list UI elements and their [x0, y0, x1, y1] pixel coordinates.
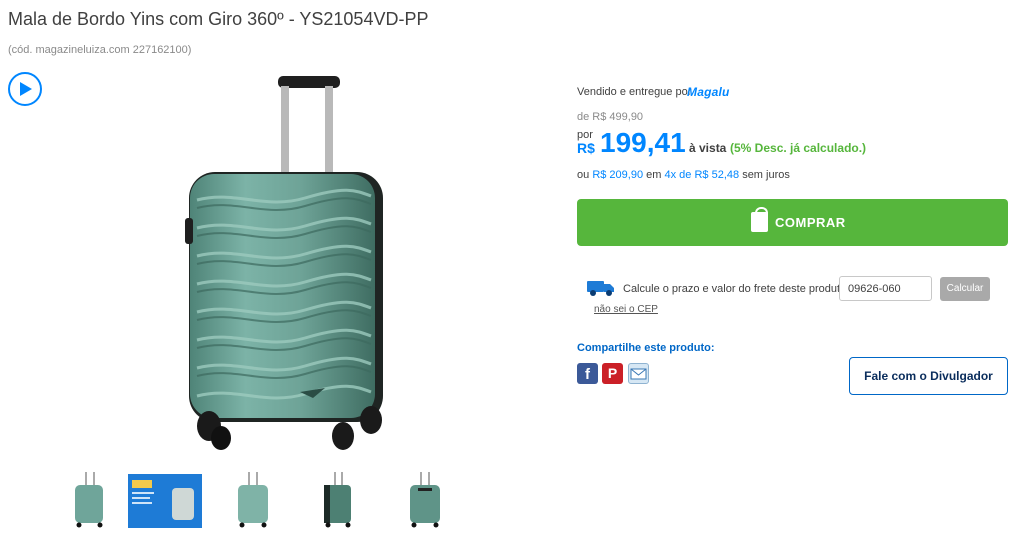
product-main-image[interactable] [175, 70, 395, 455]
installments-info: ou R$ 209,90 em 4x de R$ 52,48 sem juros [577, 169, 790, 181]
play-icon [20, 82, 32, 96]
price-value: 199,41 [600, 127, 686, 158]
buy-button-label: COMPRAR [775, 215, 846, 230]
email-icon[interactable] [628, 363, 649, 384]
installment-prefix: ou [577, 169, 590, 181]
installment-value: R$ 52,48 [694, 169, 740, 181]
thumbnail-1[interactable] [58, 470, 120, 530]
contact-promoter-button[interactable]: Fale com o Divulgador [849, 357, 1008, 395]
price-currency: R$ [577, 140, 595, 156]
magalu-logo: Magalu [687, 85, 730, 99]
seller-label: Vendido e entregue por [577, 86, 692, 98]
installment-total: R$ 209,90 [592, 169, 644, 181]
buy-button[interactable]: COMPRAR [577, 199, 1008, 246]
installment-mid: em [646, 169, 662, 181]
installment-count: 4x de [664, 169, 692, 181]
product-code: (cód. magazineluiza.com 227162100) [8, 44, 192, 56]
price-avista: à vista [689, 141, 727, 155]
facebook-icon[interactable]: f [577, 363, 598, 384]
truck-icon [587, 281, 614, 296]
pinterest-icon[interactable]: P [602, 363, 623, 384]
product-title: Mala de Bordo Yins com Giro 360º - YS210… [8, 9, 429, 29]
no-cep-link[interactable]: não sei o CEP [594, 304, 658, 315]
calculate-button[interactable]: Calcular [940, 277, 990, 301]
freight-label: Calcule o prazo e valor do frete deste p… [623, 283, 850, 295]
thumbnail-2[interactable] [128, 470, 202, 530]
cep-input[interactable] [839, 276, 932, 301]
thumbnail-4[interactable] [307, 470, 369, 530]
thumbnail-5[interactable] [394, 470, 456, 530]
thumbnail-3[interactable] [222, 470, 284, 530]
old-price: de R$ 499,90 [577, 111, 644, 123]
discount-note: (5% Desc. já calculado.) [730, 141, 867, 155]
installment-suffix: sem juros [742, 169, 790, 181]
shopping-bag-icon [751, 207, 768, 232]
play-video-button[interactable] [8, 72, 42, 106]
share-label: Compartilhe este produto: [577, 342, 715, 354]
